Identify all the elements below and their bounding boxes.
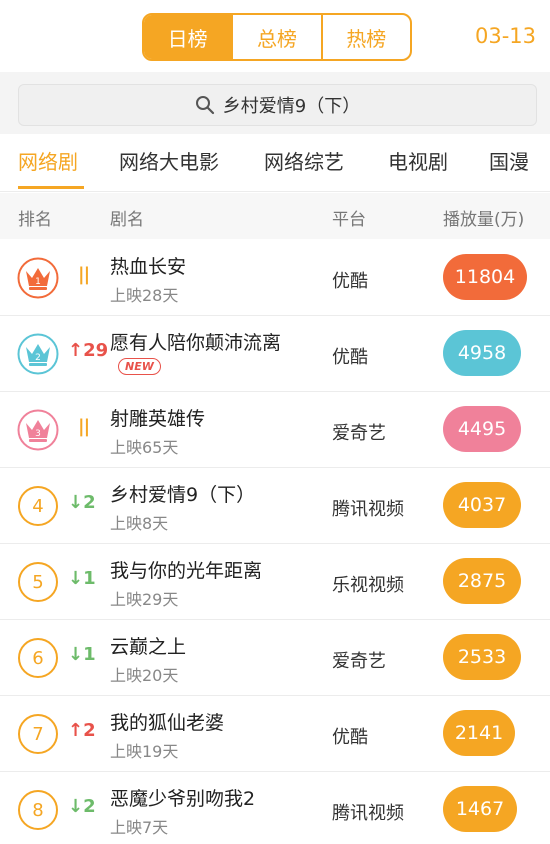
days-released: 上映29天 xyxy=(110,590,179,609)
tab-tv-drama[interactable]: 电视剧 xyxy=(388,146,448,175)
rank-trend: || xyxy=(78,416,90,437)
svg-text:3: 3 xyxy=(35,429,41,439)
play-count-pill: 4958 xyxy=(443,330,521,376)
rank-trend: || xyxy=(78,264,90,285)
search-value: 乡村爱情9（下） xyxy=(222,96,361,117)
active-tab-underline xyxy=(18,186,84,189)
col-rank: 排名 xyxy=(18,210,52,230)
rank-badge: 6 xyxy=(18,638,58,678)
days-released: 上映28天 xyxy=(110,286,179,305)
table-row[interactable]: 2 ↑29 愿有人陪你颠沛流离 NEW 优酷 4958 xyxy=(0,316,550,392)
table-row[interactable]: 8 ↓2 恶魔少爷别吻我2 上映7天 腾讯视频 1467 xyxy=(0,772,550,844)
tab-anime[interactable]: 国漫 xyxy=(489,146,529,175)
rank-badge: 5 xyxy=(18,562,58,602)
platform-name: 爱奇艺 xyxy=(332,423,386,444)
platform-name: 爱奇艺 xyxy=(332,651,386,672)
show-title[interactable]: 我的狐仙老婆 xyxy=(110,708,224,735)
platform-name: 优酷 xyxy=(332,347,368,368)
rank-trend: ↑29 xyxy=(68,340,109,361)
ranking-type-tabs: 日榜 总榜 热榜 xyxy=(142,13,412,61)
rank-badge: 8 xyxy=(18,790,58,830)
rank-badge: 4 xyxy=(18,486,58,526)
play-count-pill: 2533 xyxy=(443,634,521,680)
search-icon xyxy=(195,96,214,115)
rank-trend: ↓1 xyxy=(68,644,96,665)
tab-web-drama[interactable]: 网络剧 xyxy=(18,146,78,175)
rank-trend: ↓1 xyxy=(68,568,96,589)
rank-trend: ↓2 xyxy=(68,796,96,817)
search-input[interactable]: 乡村爱情9（下） xyxy=(18,84,537,126)
platform-name: 优酷 xyxy=(332,727,368,748)
svg-text:1: 1 xyxy=(35,277,41,287)
col-name: 剧名 xyxy=(110,210,144,230)
table-header: 排名 剧名 平台 播放量(万) xyxy=(0,193,550,239)
table-row[interactable]: 3 || 射雕英雄传上映65天 爱奇艺 4495 xyxy=(0,392,550,468)
play-count-pill: 4495 xyxy=(443,406,521,452)
date-label[interactable]: 03-13 xyxy=(475,24,536,48)
show-title[interactable]: 云巅之上 xyxy=(110,632,186,659)
days-released: 上映7天 xyxy=(110,818,169,837)
top-bar: 日榜 总榜 热榜 03-13 xyxy=(0,0,550,72)
crown-rank-icon: 2 xyxy=(17,333,59,375)
show-title[interactable]: 射雕英雄传 xyxy=(110,404,205,431)
svg-text:2: 2 xyxy=(35,353,41,363)
crown-rank-icon: 3 xyxy=(17,409,59,451)
col-platform: 平台 xyxy=(332,210,366,230)
rank-trend: ↓2 xyxy=(68,492,96,513)
table-row[interactable]: 1 || 热血长安上映28天 优酷 11804 xyxy=(0,240,550,316)
table-row[interactable]: 6 ↓1 云巅之上上映20天 爱奇艺 2533 xyxy=(0,620,550,696)
play-count-pill: 1467 xyxy=(443,786,517,832)
platform-name: 腾讯视频 xyxy=(332,803,404,824)
new-badge: NEW xyxy=(118,358,161,375)
play-count-pill: 4037 xyxy=(443,482,521,528)
platform-name: 优酷 xyxy=(332,271,368,292)
table-row[interactable]: 5 ↓1 我与你的光年距离上映29天 乐视视频 2875 xyxy=(0,544,550,620)
days-released: 上映8天 xyxy=(110,514,169,533)
tab-web-movie[interactable]: 网络大电影 xyxy=(119,146,219,175)
days-released: 上映65天 xyxy=(110,438,179,457)
play-count-pill: 2141 xyxy=(443,710,515,756)
category-tabs: 网络剧 网络大电影 网络综艺 电视剧 国漫 xyxy=(0,134,550,192)
search-area: 乡村爱情9（下） xyxy=(0,72,550,134)
table-row[interactable]: 4 ↓2 乡村爱情9（下） 上映8天 腾讯视频 4037 xyxy=(0,468,550,544)
tab-hot[interactable]: 热榜 xyxy=(323,15,410,59)
tab-overall[interactable]: 总榜 xyxy=(233,15,323,59)
tab-web-variety[interactable]: 网络综艺 xyxy=(264,146,344,175)
table-row[interactable]: 7 ↑2 我的狐仙老婆上映19天 优酷 2141 xyxy=(0,696,550,772)
rank-badge: 7 xyxy=(18,714,58,754)
play-count-pill: 11804 xyxy=(443,254,527,300)
days-released: 上映19天 xyxy=(110,742,179,761)
days-released: 上映20天 xyxy=(110,666,179,685)
show-title[interactable]: 我与你的光年距离 xyxy=(110,556,262,583)
show-title[interactable]: 乡村爱情9（下） xyxy=(110,480,255,507)
tab-daily[interactable]: 日榜 xyxy=(144,15,234,59)
show-title[interactable]: 热血长安 xyxy=(110,252,186,279)
play-count-pill: 2875 xyxy=(443,558,521,604)
show-title[interactable]: 恶魔少爷别吻我2 xyxy=(110,784,255,811)
rank-trend: ↑2 xyxy=(68,720,96,741)
crown-rank-icon: 1 xyxy=(17,257,59,299)
col-plays: 播放量(万) xyxy=(443,210,525,230)
show-title[interactable]: 愿有人陪你颠沛流离 xyxy=(110,328,281,355)
platform-name: 乐视视频 xyxy=(332,575,404,596)
platform-name: 腾讯视频 xyxy=(332,499,404,520)
